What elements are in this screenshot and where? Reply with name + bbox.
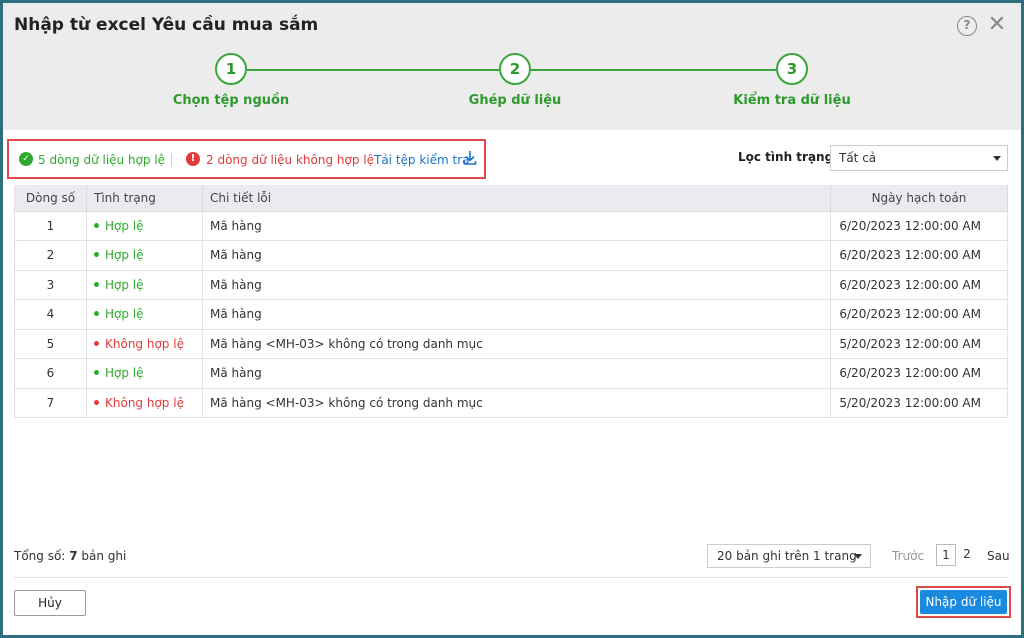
table-row[interactable]: 6 Hợp lệ Mã hàng 6/20/2023 12:00:00 AM <box>14 358 1008 389</box>
error-detail-cell: Mã hàng <MH-03> không có trong danh mục <box>202 388 831 418</box>
posting-date-cell: 6/20/2023 12:00:00 AM <box>830 358 1008 389</box>
status-text: Không hợp lệ <box>105 336 184 351</box>
error-detail-cell: Mã hàng <box>202 240 831 271</box>
step-connector <box>531 69 776 71</box>
valid-dot-icon <box>94 311 99 317</box>
invalid-dot-icon <box>94 399 99 405</box>
row-number-cell: 3 <box>14 270 87 300</box>
step-connector <box>247 69 499 71</box>
valid-count-text: 5 dòng dữ liệu hợp lệ <box>38 153 166 167</box>
status-text: Hợp lệ <box>105 307 144 322</box>
valid-dot-icon <box>94 370 99 376</box>
step-3-label: Kiểm tra dữ liệu <box>733 93 851 108</box>
step-2-label: Ghép dữ liệu <box>468 93 562 108</box>
total-label: Tổng số: <box>14 549 66 563</box>
step-3-circle: 3 <box>776 53 808 85</box>
validation-table: Dòng số Tình trạng Chi tiết lỗi Ngày hạc… <box>14 185 1008 418</box>
step-2-circle: 2 <box>499 53 531 85</box>
status-filter-value: Tất cả <box>839 151 877 165</box>
page-1-button[interactable]: 1 <box>936 544 956 566</box>
valid-dot-icon <box>94 281 99 287</box>
chevron-down-icon <box>993 156 1001 161</box>
download-check-file-link[interactable]: Tải tệp kiểm tra <box>374 153 470 167</box>
dialog-title: Nhập từ excel Yêu cầu mua sắm <box>14 15 319 35</box>
status-text: Hợp lệ <box>105 277 144 292</box>
total-records: Tổng số: 7 bản ghi <box>14 549 126 563</box>
table-row[interactable]: 1 Hợp lệ Mã hàng 6/20/2023 12:00:00 AM <box>14 211 1008 241</box>
dialog-header: Nhập từ excel Yêu cầu mua sắm ? ✕ 1 2 3 … <box>3 3 1021 130</box>
status-cell: Hợp lệ <box>86 358 203 389</box>
page-size-value: 20 bản ghi trên 1 trang <box>717 549 857 563</box>
status-cell: Hợp lệ <box>86 270 203 300</box>
column-header-error-detail[interactable]: Chi tiết lỗi <box>202 185 831 212</box>
status-text: Không hợp lệ <box>105 395 184 410</box>
column-header-row-number[interactable]: Dòng số <box>14 185 87 212</box>
prev-page-button[interactable]: Trước <box>892 549 924 563</box>
posting-date-cell: 6/20/2023 12:00:00 AM <box>830 240 1008 271</box>
table-header-row: Dòng số Tình trạng Chi tiết lỗi Ngày hạc… <box>14 185 1008 212</box>
divider <box>171 153 172 167</box>
row-number-cell: 1 <box>14 211 87 241</box>
valid-dot-icon <box>94 222 99 228</box>
import-dialog: Nhập từ excel Yêu cầu mua sắm ? ✕ 1 2 3 … <box>3 3 1021 635</box>
table-row[interactable]: 3 Hợp lệ Mã hàng 6/20/2023 12:00:00 AM <box>14 270 1008 300</box>
posting-date-cell: 6/20/2023 12:00:00 AM <box>830 211 1008 241</box>
total-count: 7 <box>69 549 78 563</box>
row-number-cell: 5 <box>14 329 87 359</box>
status-text: Hợp lệ <box>105 366 144 381</box>
error-detail-cell: Mã hàng <box>202 211 831 241</box>
row-number-cell: 4 <box>14 299 87 330</box>
help-icon[interactable]: ? <box>957 16 977 36</box>
page-2-button[interactable]: 2 <box>957 544 977 566</box>
error-detail-cell: Mã hàng <box>202 270 831 300</box>
posting-date-cell: 5/20/2023 12:00:00 AM <box>830 329 1008 359</box>
table-row[interactable]: 4 Hợp lệ Mã hàng 6/20/2023 12:00:00 AM <box>14 299 1008 330</box>
valid-dot-icon <box>94 252 99 258</box>
check-circle-icon: ✓ <box>19 152 33 166</box>
error-circle-icon: ! <box>186 152 200 166</box>
next-page-button[interactable]: Sau <box>987 549 1010 563</box>
import-button-highlight: Nhập dữ liệu <box>916 586 1011 618</box>
error-detail-cell: Mã hàng <MH-03> không có trong danh mục <box>202 329 831 359</box>
download-icon[interactable] <box>463 150 477 166</box>
chevron-down-icon <box>854 554 862 559</box>
status-cell: Không hợp lệ <box>86 329 203 359</box>
posting-date-cell: 6/20/2023 12:00:00 AM <box>830 270 1008 300</box>
total-unit: bản ghi <box>81 549 127 563</box>
status-cell: Không hợp lệ <box>86 388 203 418</box>
status-cell: Hợp lệ <box>86 299 203 330</box>
status-cell: Hợp lệ <box>86 211 203 241</box>
import-data-button[interactable]: Nhập dữ liệu <box>920 590 1007 614</box>
error-detail-cell: Mã hàng <box>202 299 831 330</box>
footer-divider <box>14 577 1008 578</box>
cancel-button[interactable]: Hủy <box>14 590 86 616</box>
step-1-circle: 1 <box>215 53 247 85</box>
status-filter-label: Lọc tình trạng <box>738 150 834 164</box>
row-number-cell: 7 <box>14 388 87 418</box>
invalid-dot-icon <box>94 340 99 346</box>
table-row[interactable]: 2 Hợp lệ Mã hàng 6/20/2023 12:00:00 AM <box>14 240 1008 271</box>
close-icon[interactable]: ✕ <box>987 13 1007 37</box>
status-filter-select[interactable]: Tất cả <box>830 145 1008 171</box>
error-detail-cell: Mã hàng <box>202 358 831 389</box>
posting-date-cell: 6/20/2023 12:00:00 AM <box>830 299 1008 330</box>
row-number-cell: 6 <box>14 358 87 389</box>
column-header-status[interactable]: Tình trạng <box>86 185 203 212</box>
table-row[interactable]: 7 Không hợp lệ Mã hàng <MH-03> không có tr… <box>14 388 1008 418</box>
column-header-posting-date[interactable]: Ngày hạch toán <box>830 185 1008 212</box>
posting-date-cell: 5/20/2023 12:00:00 AM <box>830 388 1008 418</box>
page-size-select[interactable]: 20 bản ghi trên 1 trang <box>707 544 871 568</box>
table-row[interactable]: 5 Không hợp lệ Mã hàng <MH-03> không có tr… <box>14 329 1008 359</box>
invalid-count-text: 2 dòng dữ liệu không hợp lệ <box>206 153 374 167</box>
status-text: Hợp lệ <box>105 248 144 263</box>
row-number-cell: 2 <box>14 240 87 271</box>
step-1-label: Chọn tệp nguồn <box>172 93 290 108</box>
status-text: Hợp lệ <box>105 218 144 233</box>
status-cell: Hợp lệ <box>86 240 203 271</box>
validation-summary: ✓ 5 dòng dữ liệu hợp lệ ! 2 dòng dữ liệu… <box>7 139 486 179</box>
